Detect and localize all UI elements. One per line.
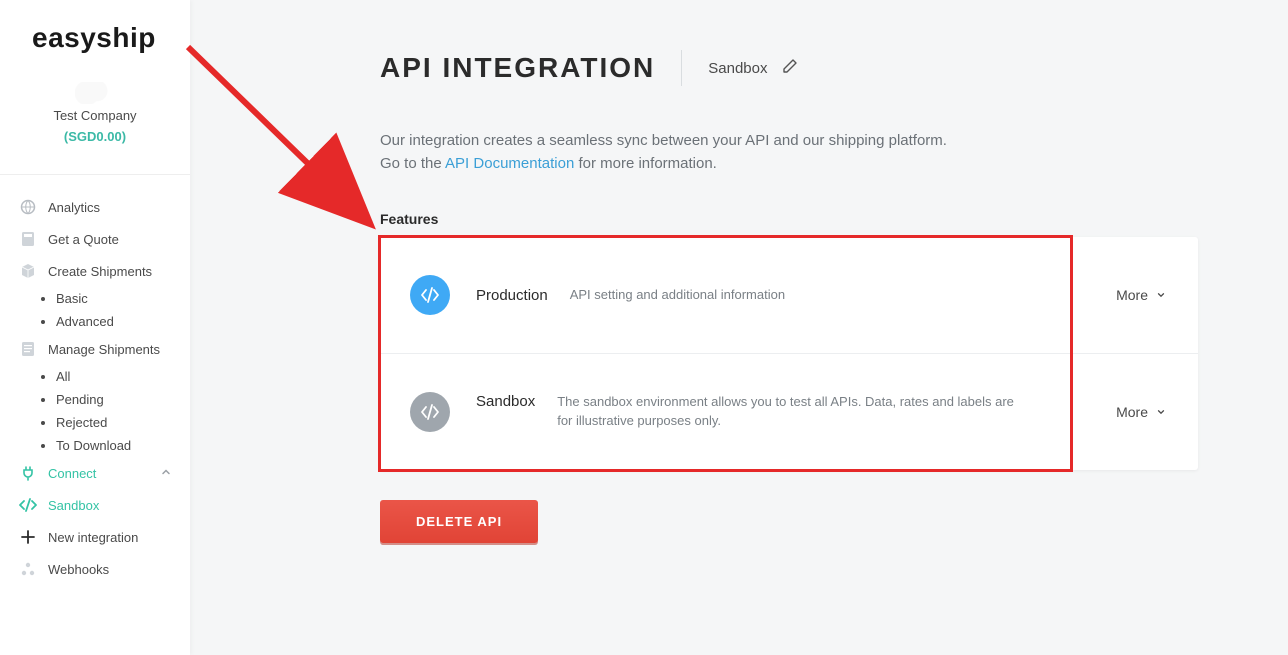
sidebar-item-manage-shipments[interactable]: Manage Shipments [0, 333, 190, 365]
page-header: API INTEGRATION Sandbox [380, 50, 1198, 86]
sidebar-subitem-basic[interactable]: Basic [56, 287, 190, 310]
more-toggle-production[interactable]: More [1116, 287, 1166, 303]
webhook-icon [18, 561, 38, 577]
api-docs-link[interactable]: API Documentation [445, 155, 574, 172]
intro-line2b: for more information. [574, 155, 717, 172]
vertical-divider [681, 50, 682, 86]
sidebar-item-sandbox[interactable]: Sandbox [0, 489, 190, 521]
company-block[interactable]: Test Company (SGD0.00) [0, 74, 190, 160]
sidebar-item-new-integration[interactable]: New integration [0, 521, 190, 553]
intro-text: Our integration creates a seamless sync … [380, 130, 1100, 175]
edit-icon[interactable] [781, 57, 799, 79]
box-icon [18, 263, 38, 279]
sidebar: easyship Test Company (SGD0.00) Analytic… [0, 0, 190, 655]
feature-description: The sandbox environment allows you to te… [557, 393, 1017, 431]
feature-title: Sandbox [476, 393, 535, 410]
more-label: More [1116, 287, 1148, 303]
more-label: More [1116, 404, 1148, 420]
calculator-icon [18, 231, 38, 247]
intro-line2a: Go to the [380, 155, 445, 172]
sidebar-subitem-rejected[interactable]: Rejected [56, 411, 190, 434]
sidebar-item-label: Connect [48, 466, 96, 481]
sidebar-divider [0, 174, 190, 175]
code-icon [410, 392, 450, 432]
logo-text: easyship [32, 22, 156, 53]
sidebar-item-create-shipments[interactable]: Create Shipments [0, 255, 190, 287]
page-title: API INTEGRATION [380, 52, 655, 84]
company-logo-icon [75, 82, 115, 104]
sidebar-item-label: Analytics [48, 200, 100, 215]
sidebar-subitem-all[interactable]: All [56, 365, 190, 388]
delete-api-button[interactable]: DELETE API [380, 500, 538, 543]
sidebar-subitem-advanced[interactable]: Advanced [56, 310, 190, 333]
company-balance: (SGD0.00) [10, 129, 180, 144]
feature-title: Production [476, 287, 548, 304]
sidebar-item-label: Sandbox [48, 498, 99, 513]
chevron-down-icon [1156, 287, 1166, 303]
feature-description: API setting and additional information [570, 286, 785, 305]
sidebar-subitem-pending[interactable]: Pending [56, 388, 190, 411]
plus-icon [18, 529, 38, 545]
sidebar-item-label: Webhooks [48, 562, 109, 577]
features-card: Production API setting and additional in… [380, 237, 1198, 470]
chevron-up-icon [160, 466, 172, 481]
feature-row-production: Production API setting and additional in… [380, 237, 1198, 353]
plug-icon [18, 465, 38, 481]
code-icon [18, 497, 38, 513]
chevron-down-icon [1156, 404, 1166, 420]
sidebar-item-analytics[interactable]: Analytics [0, 191, 190, 223]
clipboard-icon [18, 341, 38, 357]
sidebar-item-label: New integration [48, 530, 138, 545]
logo: easyship [0, 0, 190, 74]
environment-name: Sandbox [708, 60, 767, 77]
sidebar-item-label: Manage Shipments [48, 342, 160, 357]
sidebar-item-label: Create Shipments [48, 264, 152, 279]
feature-row-sandbox: Sandbox The sandbox environment allows y… [380, 353, 1198, 470]
sidebar-subitem-to-download[interactable]: To Download [56, 434, 190, 457]
more-toggle-sandbox[interactable]: More [1116, 404, 1166, 420]
features-heading: Features [380, 211, 1198, 227]
sidebar-item-connect[interactable]: Connect [0, 457, 190, 489]
environment-name-block: Sandbox [708, 57, 799, 79]
globe-icon [18, 199, 38, 215]
sidebar-item-webhooks[interactable]: Webhooks [0, 553, 190, 585]
sidebar-item-label: Get a Quote [48, 232, 119, 247]
code-icon [410, 275, 450, 315]
sidebar-item-quote[interactable]: Get a Quote [0, 223, 190, 255]
intro-line1: Our integration creates a seamless sync … [380, 132, 947, 149]
company-name: Test Company [10, 108, 180, 123]
main-content: API INTEGRATION Sandbox Our integration … [190, 0, 1288, 655]
